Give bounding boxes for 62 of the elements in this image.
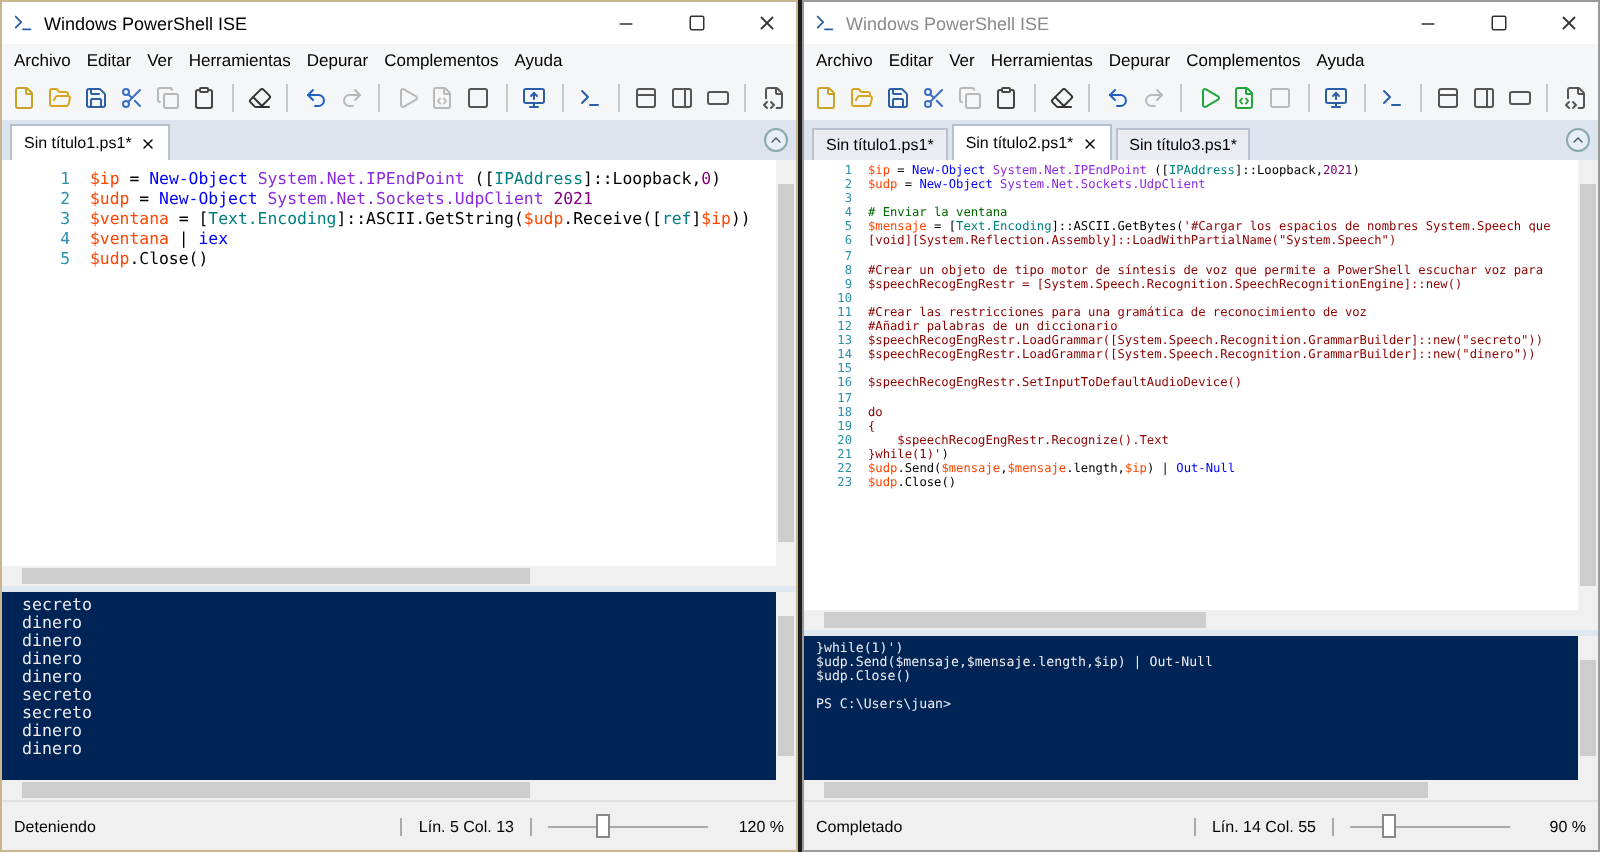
menu-item[interactable]: Depurar <box>1108 50 1171 70</box>
menu-item[interactable]: Herramientas <box>188 50 291 70</box>
line-number: 2 <box>58 188 72 208</box>
zoom-slider-thumb[interactable] <box>1382 814 1396 838</box>
window-title: Windows PowerShell ISE <box>44 13 250 33</box>
console-output-line: dinero <box>22 650 84 668</box>
menu-item[interactable]: Editar <box>86 50 132 70</box>
script-tab[interactable]: Sin título1.ps1* <box>812 128 948 160</box>
code-line: $udp.Close() <box>90 248 209 268</box>
close-icon[interactable] <box>1557 12 1579 34</box>
console-output-line: dinero <box>22 614 84 632</box>
menu-item[interactable]: Complementos <box>384 50 499 70</box>
cursor-position: Lín. 14 Col. 55 <box>1193 817 1334 835</box>
code-line: $ventana = [Text.Encoding]::ASCII.GetString($udp.Receive([ref]$ip)) <box>90 208 751 228</box>
code-line: $ventana | iex <box>90 228 229 248</box>
maximize-icon[interactable] <box>687 14 705 32</box>
menu-item[interactable]: Archivo <box>14 50 71 70</box>
zoom-slider-thumb[interactable] <box>596 814 610 838</box>
cursor-position: Lín. 5 Col. 13 <box>400 817 532 835</box>
close-icon[interactable] <box>139 135 156 151</box>
console-output-line: dinero <box>22 740 84 758</box>
menu-item[interactable]: Ayuda <box>514 50 563 70</box>
menu-item[interactable]: Complementos <box>1186 50 1301 70</box>
close-icon[interactable] <box>1081 135 1098 151</box>
vertical-scrollbar[interactable] <box>776 592 796 780</box>
menu-item[interactable]: Herramientas <box>990 50 1093 70</box>
vertical-scrollbar[interactable] <box>1578 160 1598 610</box>
script-tab[interactable]: Sin título3.ps1* <box>1115 128 1251 160</box>
maximize-icon[interactable] <box>1489 14 1507 32</box>
vertical-scrollbar[interactable] <box>1578 636 1598 780</box>
vertical-scrollbar[interactable] <box>776 160 796 566</box>
script-editor[interactable] <box>804 160 1598 630</box>
zoom-level: 120 % <box>736 817 784 835</box>
script-tab[interactable]: Sin título2.ps1* <box>951 124 1112 160</box>
console-output-line: dinero <box>22 722 84 740</box>
console-output-line: dinero <box>22 668 84 686</box>
menu-item[interactable]: Editar <box>888 50 934 70</box>
menu-item[interactable]: Ver <box>147 50 173 70</box>
menu-item[interactable]: Depurar <box>306 50 369 70</box>
menu-item[interactable]: Ver <box>949 50 975 70</box>
console-output-line: secreto <box>22 704 94 722</box>
menu-item[interactable]: Archivo <box>816 50 873 70</box>
line-number: 5 <box>58 248 72 268</box>
script-tab[interactable]: Sin título1.ps1* <box>10 124 170 160</box>
horizontal-scrollbar[interactable] <box>2 566 796 586</box>
app-icon <box>12 12 34 34</box>
window-title: Windows PowerShell ISE <box>846 13 1052 33</box>
console-output-line: secreto <box>22 596 94 614</box>
close-icon[interactable] <box>755 12 777 34</box>
horizontal-scrollbar[interactable] <box>804 610 1598 630</box>
line-number: 1 <box>58 168 72 188</box>
console-output-line: dinero <box>22 632 84 650</box>
code-line: $udp = New-Object System.Net.Sockets.UdpClient 2021 <box>90 188 593 208</box>
console-output-line: secreto <box>22 686 94 704</box>
code-line: $ip = New-Object System.Net.IPEndPoint ([IPAddress]::Loopback,0) <box>90 168 722 188</box>
zoom-level: 90 % <box>1547 817 1586 835</box>
status-text: Completado <box>816 817 905 835</box>
menu-item[interactable]: Ayuda <box>1316 50 1365 70</box>
line-number: 4 <box>58 228 72 248</box>
line-number: 3 <box>58 208 72 228</box>
app-icon <box>814 12 836 34</box>
status-text: Deteniendo <box>14 817 98 835</box>
